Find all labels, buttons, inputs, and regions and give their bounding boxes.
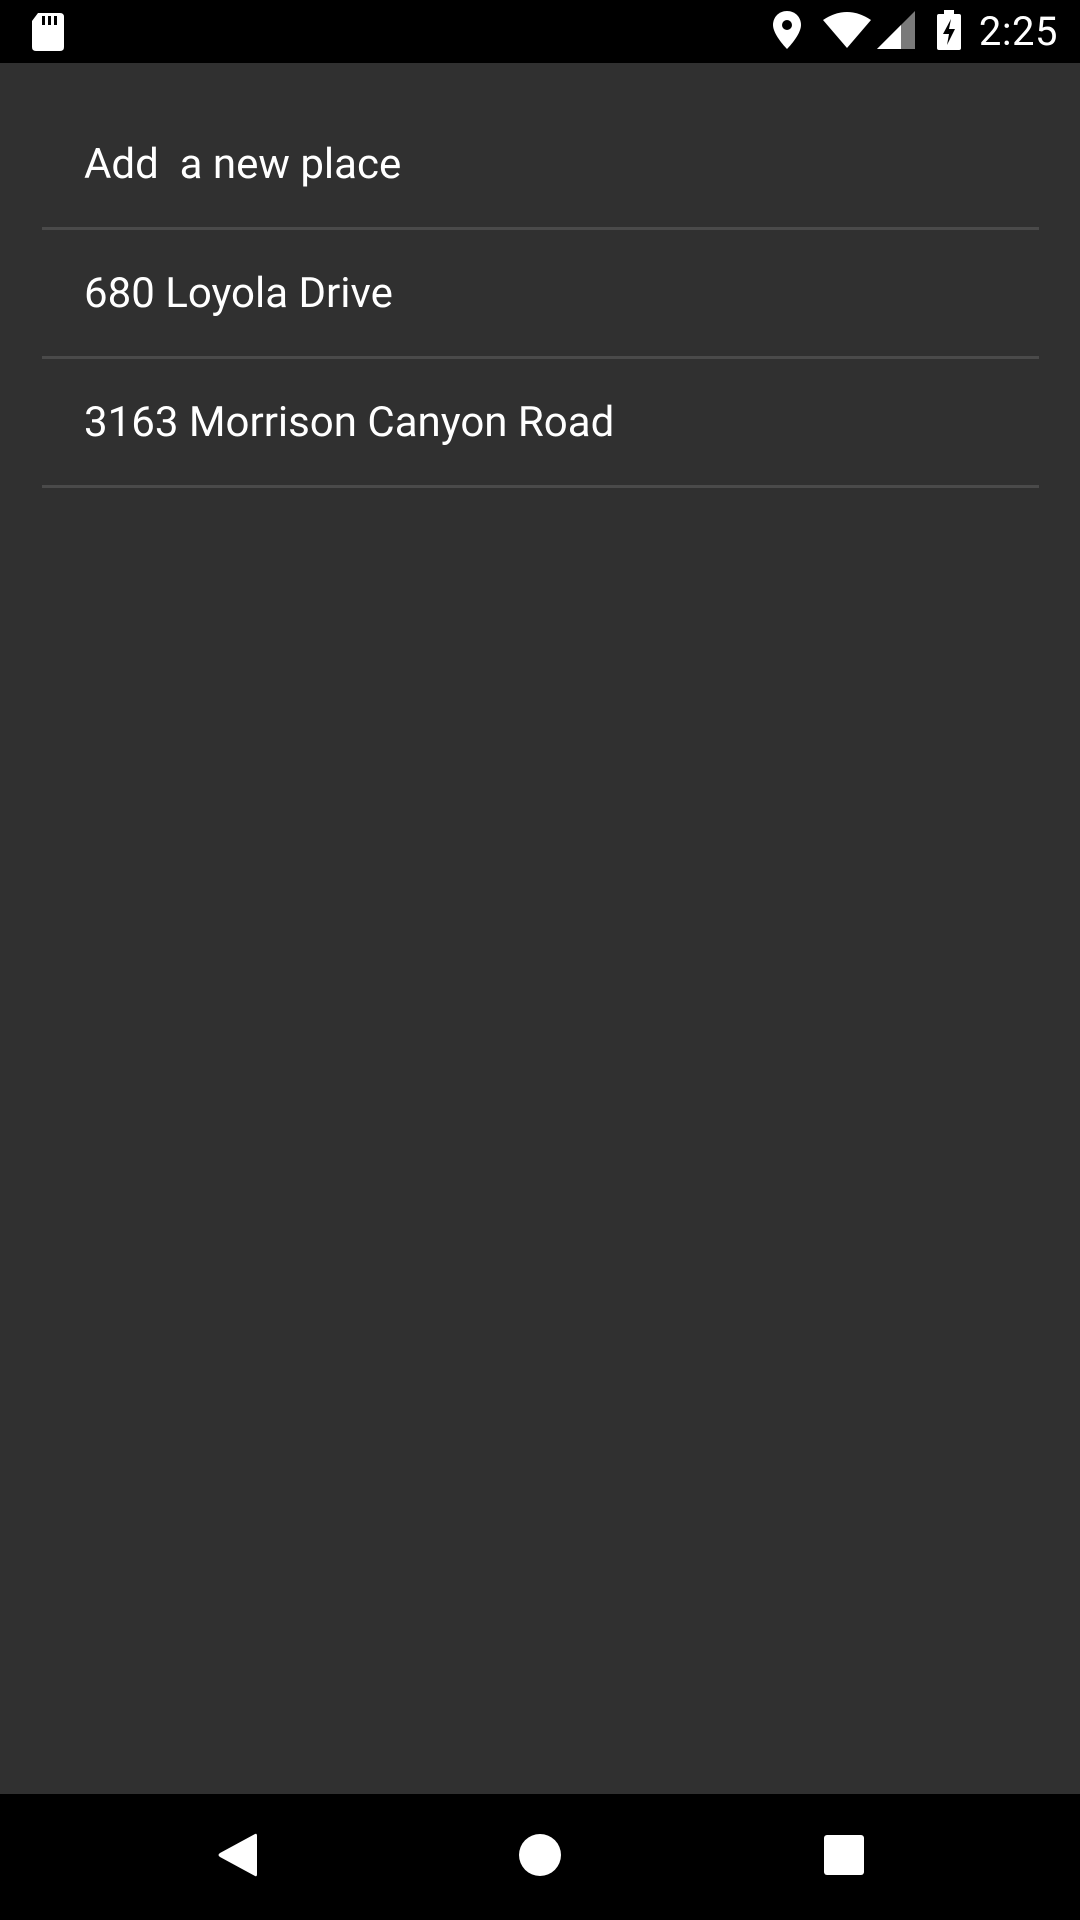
list-item-label: 680 Loyola Drive: [84, 268, 393, 318]
status-bar: 2:25: [0, 0, 1080, 63]
signal-icon: [876, 10, 915, 53]
home-button[interactable]: [460, 1794, 620, 1920]
list-item[interactable]: 3163 Morrison Canyon Road: [42, 359, 1039, 488]
navigation-bar: [0, 1794, 1080, 1920]
screen: 2:25 Add a new place 680 Loyola Drive 31…: [0, 0, 1080, 1920]
list-item-label: Add a new place: [84, 139, 402, 189]
back-button[interactable]: [157, 1794, 317, 1920]
location-icon: [772, 10, 801, 53]
place-list: Add a new place 680 Loyola Drive 3163 Mo…: [42, 101, 1039, 488]
battery-charging-icon: [936, 9, 961, 54]
status-icons: 2:25: [772, 0, 1058, 63]
recents-icon: [824, 1835, 864, 1879]
places-screen: Add a new place 680 Loyola Drive 3163 Mo…: [0, 63, 1080, 1794]
wifi-icon: [822, 11, 871, 52]
back-icon: [217, 1832, 257, 1882]
list-item[interactable]: 680 Loyola Drive: [42, 230, 1039, 359]
add-new-place-item[interactable]: Add a new place: [42, 101, 1039, 230]
home-icon: [518, 1833, 562, 1881]
recents-button[interactable]: [764, 1794, 924, 1920]
list-item-label: 3163 Morrison Canyon Road: [84, 397, 615, 447]
sd-card-icon: [32, 13, 64, 51]
status-time: 2:25: [978, 8, 1058, 55]
